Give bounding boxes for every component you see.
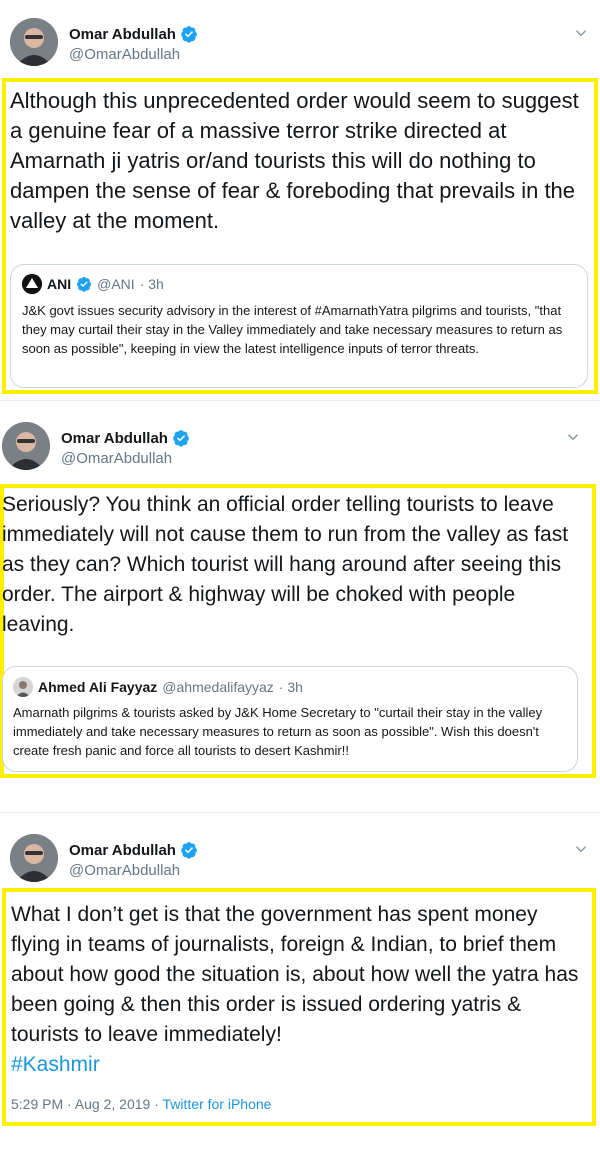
timestamp[interactable]: 5:29 PM · Aug 2, 2019 · [11,1096,159,1112]
quoted-author-handle[interactable]: @ahmedalifayyaz [162,679,274,695]
quoted-author-name[interactable]: Ahmed Ali Fayyaz [38,679,157,695]
tweet-text: What I don’t get is that the government … [11,900,589,1080]
quoted-tweet[interactable]: ANI @ANI · 3h J&K govt issues security a… [10,264,588,388]
quoted-tweet[interactable]: Ahmed Ali Fayyaz @ahmedalifayyaz · 3h Am… [2,666,578,772]
tweet-meta: 5:29 PM · Aug 2, 2019 · Twitter for iPho… [11,1096,271,1112]
tweet-2[interactable]: Omar Abdullah @OmarAbdullah Seriously? Y… [0,402,600,800]
tweet-1[interactable]: Omar Abdullah @OmarAbdullah Although thi… [0,0,600,398]
chevron-down-icon[interactable] [572,24,590,42]
quoted-avatar[interactable] [22,274,42,294]
avatar[interactable] [10,834,58,882]
author-name[interactable]: Omar Abdullah [69,26,176,43]
tweet-text: Seriously? You think an official order t… [2,493,569,636]
quoted-time[interactable]: · 3h [279,679,303,695]
source-link[interactable]: Twitter for iPhone [163,1096,272,1112]
author-name[interactable]: Omar Abdullah [69,842,176,859]
quoted-text: Amarnath pilgrims & tourists asked by J&… [13,705,543,758]
tweet-text: Although this unprecedented order would … [10,88,579,233]
quoted-author-handle[interactable]: @ANI [97,276,135,292]
chevron-down-icon[interactable] [572,840,590,858]
verified-badge-icon [77,277,92,292]
quoted-time[interactable]: · 3h [140,276,164,292]
author-handle[interactable]: @OmarAbdullah [61,450,190,467]
verified-badge-icon [181,26,197,43]
verified-badge-icon [181,842,197,859]
author-handle[interactable]: @OmarAbdullah [69,862,198,879]
quoted-avatar[interactable] [13,677,33,697]
author-handle[interactable]: @OmarAbdullah [69,46,198,63]
chevron-down-icon[interactable] [564,428,582,446]
hashtag-link[interactable]: #Kashmir [11,1053,100,1076]
avatar[interactable] [2,422,50,470]
verified-badge-icon [173,430,189,447]
divider [0,400,600,401]
divider [0,812,600,813]
avatar[interactable] [10,18,58,66]
tweet-text-body: What I don’t get is that the government … [11,903,579,1046]
quoted-text: J&K govt issues security advisory in the… [22,303,563,356]
quoted-author-name[interactable]: ANI [47,276,71,292]
author-name[interactable]: Omar Abdullah [61,430,168,447]
tweet-3[interactable]: Omar Abdullah @OmarAbdullah What I don’t… [0,814,600,1176]
